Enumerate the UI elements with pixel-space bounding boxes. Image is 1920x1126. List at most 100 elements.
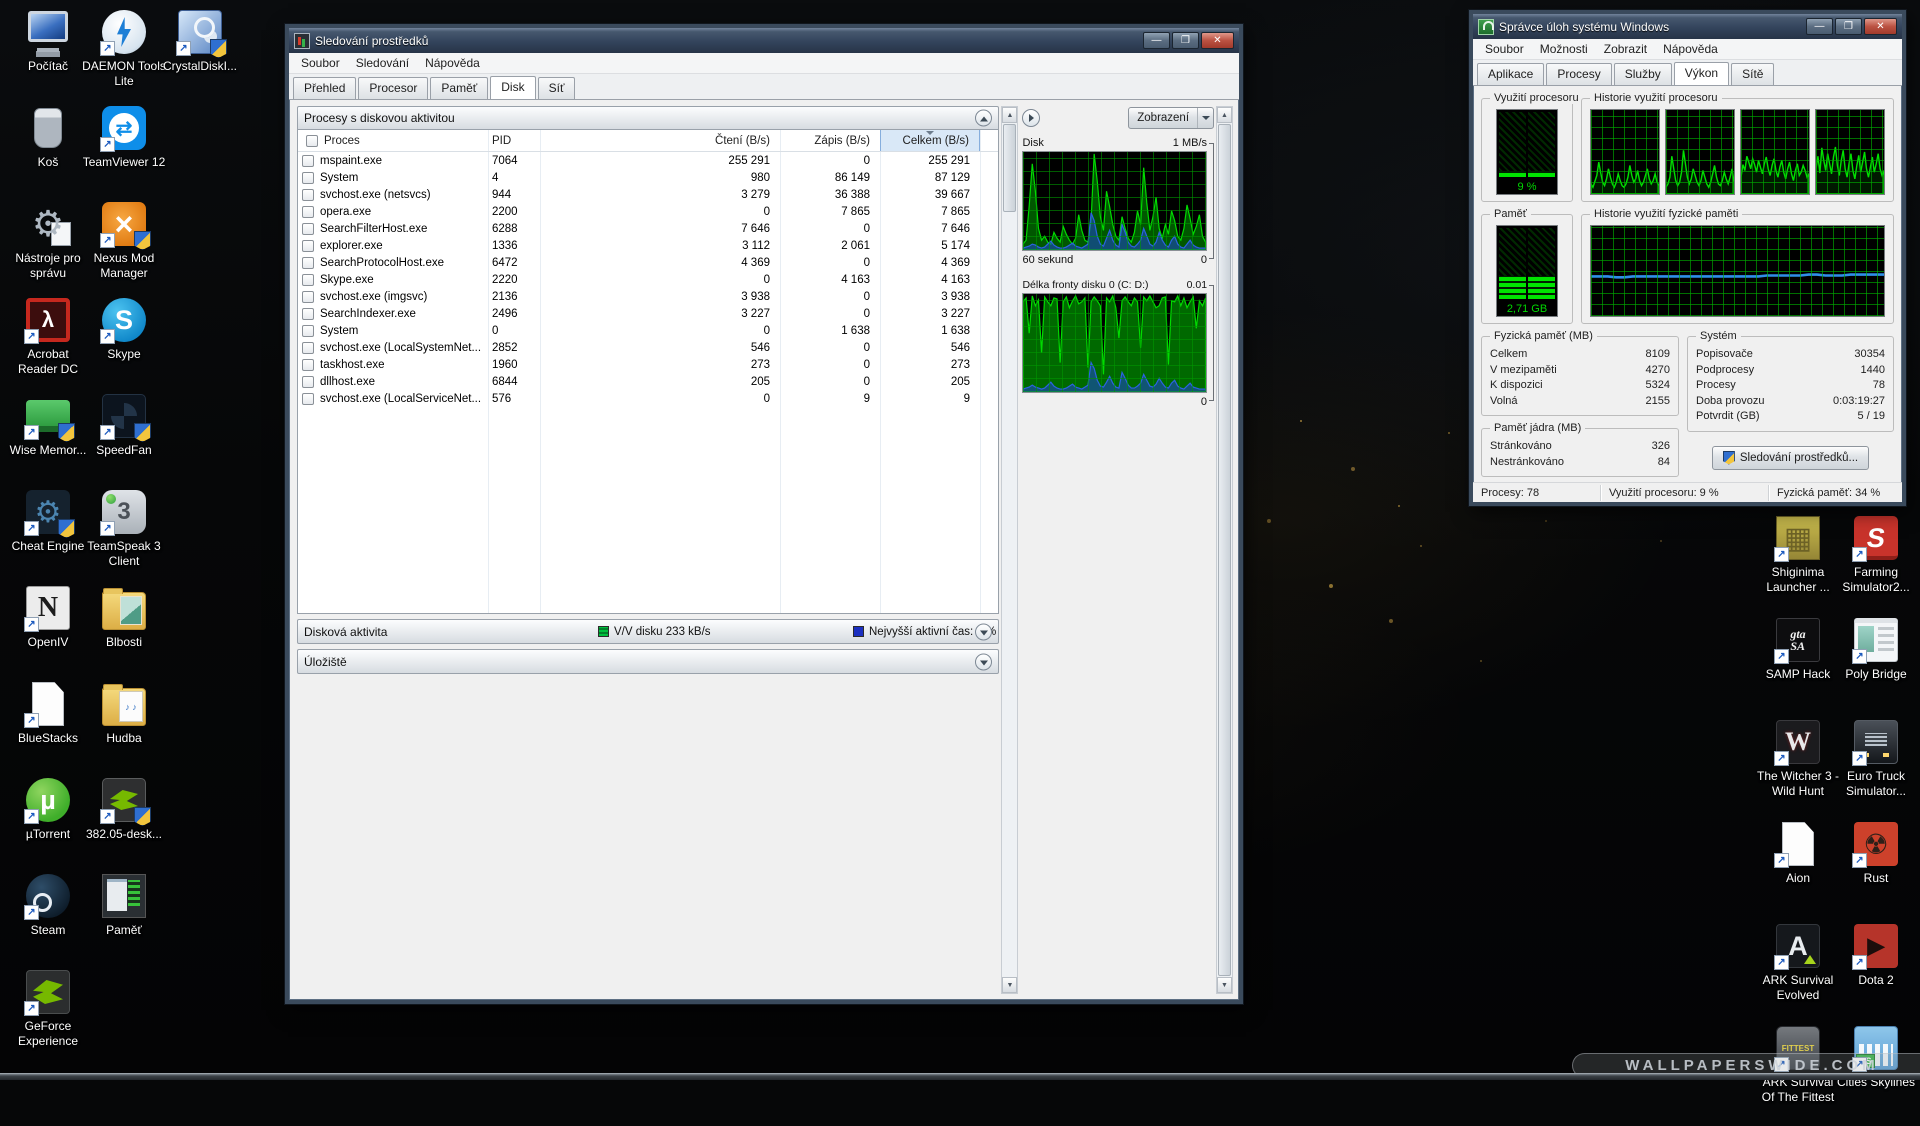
desktop-icon-aion[interactable]: ↗Aion [1756, 820, 1840, 922]
scroll-down-icon[interactable]: ▼ [1002, 977, 1017, 993]
process-row-searchindexer-exe[interactable]: SearchIndexer.exe24963 22703 227 [298, 305, 998, 322]
taskmgr-titlebar[interactable]: Správce úloh systému Windows — ❐ ✕ [1473, 14, 1902, 39]
desktop-icon-rust[interactable]: ☢↗Rust [1834, 820, 1918, 922]
taskmgr-tab-aplikace[interactable]: Aplikace [1477, 63, 1544, 85]
desktop-icon-dota-2[interactable]: ▶↗Dota 2 [1834, 922, 1918, 1024]
process-row-taskhost-exe[interactable]: taskhost.exe19602730273 [298, 356, 998, 373]
desktop-icon-acrobat-reader-dc[interactable]: λ↗Acrobat Reader DC [6, 296, 90, 392]
col-cteni[interactable]: Čtení (B/s) [540, 130, 780, 151]
taskmgr-tab-slu-by[interactable]: Služby [1614, 63, 1672, 85]
taskmgr-menu-n-pov-da[interactable]: Nápověda [1655, 40, 1726, 58]
views-dropdown-button[interactable]: Zobrazení [1128, 107, 1214, 129]
process-row-explorer-exe[interactable]: explorer.exe13363 1122 0615 174 [298, 237, 998, 254]
resmon-tab-disk[interactable]: Disk [490, 76, 535, 99]
desktop-icon-openiv[interactable]: N↗OpenIV [6, 584, 90, 680]
section-disk-processes-header[interactable]: Procesy s diskovou aktivitou [297, 106, 999, 130]
desktop-icon-crystaldiski[interactable]: ↗CrystalDiskI... [158, 8, 242, 104]
resmon-menu-sledov-n[interactable]: Sledování [348, 54, 417, 72]
desktop-icon-skype[interactable]: S↗Skype [82, 296, 166, 392]
process-row-system[interactable]: System001 6381 638 [298, 322, 998, 339]
row-checkbox[interactable] [302, 308, 314, 320]
desktop-icon-teamviewer-12[interactable]: ⇄↗TeamViewer 12 [82, 104, 166, 200]
desktop-icon-nexus-mod-manager[interactable]: ×↗Nexus Mod Manager [82, 200, 166, 296]
resmon-menu-n-pov-da[interactable]: Nápověda [417, 54, 488, 72]
row-checkbox[interactable] [302, 325, 314, 337]
desktop-icon-poly-bridge[interactable]: ↗Poly Bridge [1834, 616, 1918, 718]
resmon-tab-procesor[interactable]: Procesor [358, 77, 428, 99]
row-checkbox[interactable] [302, 291, 314, 303]
row-checkbox[interactable] [302, 393, 314, 405]
row-checkbox[interactable] [302, 359, 314, 371]
desktop-icon-bluestacks[interactable]: ↗BlueStacks [6, 680, 90, 776]
main-scrollbar[interactable]: ▲ ▼ [1001, 106, 1018, 994]
taskbar[interactable] [0, 1073, 1920, 1080]
scroll-down-icon[interactable]: ▼ [1217, 977, 1232, 993]
process-row-opera-exe[interactable]: opera.exe220007 8657 865 [298, 203, 998, 220]
col-zapis[interactable]: Zápis (B/s) [780, 130, 880, 151]
process-row-svchost-exe-localsystemnet[interactable]: svchost.exe (LocalSystemNet...2852546054… [298, 339, 998, 356]
desktop-icon-geforce-experience[interactable]: ↗GeForce Experience [6, 968, 90, 1064]
minimize-button[interactable]: — [1806, 18, 1833, 35]
desktop-icon-shiginima-launcher[interactable]: ▦↗Shiginima Launcher ... [1756, 514, 1840, 616]
desktop-icon-the-witcher-3-wild-hunt[interactable]: W↗The Witcher 3 - Wild Hunt [1756, 718, 1840, 820]
desktop-icon-wise-memor[interactable]: ↗Wise Memor... [6, 392, 90, 488]
desktop-icon-speedfan[interactable]: ↗SpeedFan [82, 392, 166, 488]
section-storage[interactable]: Úložiště [297, 649, 999, 674]
row-checkbox[interactable] [302, 376, 314, 388]
scroll-thumb[interactable] [1003, 124, 1016, 212]
scroll-up-icon[interactable]: ▲ [1217, 107, 1232, 123]
close-button[interactable]: ✕ [1864, 18, 1897, 35]
process-row-svchost-exe-imgsvc[interactable]: svchost.exe (imgsvc)21363 93803 938 [298, 288, 998, 305]
desktop-icon-ark-survival-evolved[interactable]: A↗ARK Survival Evolved [1756, 922, 1840, 1024]
resmon-tab-s[interactable]: Síť [538, 77, 576, 99]
close-button[interactable]: ✕ [1201, 32, 1234, 49]
desktop-icon-cheat-engine[interactable]: ⚙↗Cheat Engine [6, 488, 90, 584]
process-row-svchost-exe-localservicenet[interactable]: svchost.exe (LocalServiceNet...576099 [298, 390, 998, 407]
collapse-chevron-up-icon[interactable] [975, 110, 992, 127]
section-disk-activity[interactable]: Disková aktivita V/V disku 233 kB/s Nejv… [297, 619, 999, 644]
row-checkbox[interactable] [302, 274, 314, 286]
taskmgr-tab-procesy[interactable]: Procesy [1546, 63, 1611, 85]
desktop-icon-euro-truck-simulator[interactable]: ↗Euro Truck Simulator... [1834, 718, 1918, 820]
desktop-icon-hudba[interactable]: Hudba [82, 680, 166, 776]
panel-collapse-chevron-right-icon[interactable] [1022, 109, 1040, 127]
scroll-thumb[interactable] [1218, 124, 1231, 976]
taskmgr-tab-v-kon[interactable]: Výkon [1674, 62, 1729, 85]
process-row-dllhost-exe[interactable]: dllhost.exe68442050205 [298, 373, 998, 390]
minimize-button[interactable]: — [1143, 32, 1170, 49]
desktop-icon-farming-simulator2[interactable]: S↗Farming Simulator2... [1834, 514, 1918, 616]
desktop-icon-pam[interactable]: Paměť [82, 872, 166, 968]
desktop-icon-daemon-tools-lite[interactable]: ↗DAEMON Tools Lite [82, 8, 166, 104]
maximize-button[interactable]: ❐ [1172, 32, 1199, 49]
desktop-icon-torrent[interactable]: µ↗µTorrent [6, 776, 90, 872]
desktop-icon-blbosti[interactable]: Blbosti [82, 584, 166, 680]
desktop-icon-teamspeak-3-client[interactable]: 3↗TeamSpeak 3 Client [82, 488, 166, 584]
dropdown-arrow-icon[interactable] [1197, 108, 1213, 128]
open-resource-monitor-button[interactable]: Sledování prostředků... [1712, 446, 1869, 470]
desktop-icon-ko[interactable]: Koš [6, 104, 90, 200]
process-row-system[interactable]: System498086 14987 129 [298, 169, 998, 186]
process-row-svchost-exe-netsvcs[interactable]: svchost.exe (netsvcs)9443 27936 38839 66… [298, 186, 998, 203]
table-header-row[interactable]: Proces PID Čtení (B/s) Zápis (B/s) Celke… [298, 130, 998, 152]
row-checkbox[interactable] [302, 240, 314, 252]
desktop-icon-382-05-desk[interactable]: ↗382.05-desk... [82, 776, 166, 872]
process-row-searchfilterhost-exe[interactable]: SearchFilterHost.exe62887 64607 646 [298, 220, 998, 237]
col-celkem-sorted[interactable]: Celkem (B/s) [880, 130, 980, 151]
resmon-tab-pam[interactable]: Paměť [430, 77, 488, 99]
select-all-checkbox[interactable] [306, 135, 318, 147]
resmon-menu-soubor[interactable]: Soubor [293, 54, 348, 72]
taskmgr-menu-mo-nosti[interactable]: Možnosti [1532, 40, 1596, 58]
resmon-titlebar[interactable]: Sledování prostředků — ❐ ✕ [289, 28, 1239, 53]
desktop-icon-samp-hack[interactable]: gta SA↗SAMP Hack [1756, 616, 1840, 718]
row-checkbox[interactable] [302, 189, 314, 201]
panel-scrollbar[interactable]: ▲ ▼ [1216, 106, 1233, 994]
process-row-mspaint-exe[interactable]: mspaint.exe7064255 2910255 291 [298, 152, 998, 169]
row-checkbox[interactable] [302, 257, 314, 269]
scroll-up-icon[interactable]: ▲ [1002, 107, 1017, 123]
desktop-icon-steam[interactable]: ↗Steam [6, 872, 90, 968]
process-row-skype-exe[interactable]: Skype.exe222004 1634 163 [298, 271, 998, 288]
taskmgr-tab-s-t[interactable]: Sítě [1731, 63, 1774, 85]
row-checkbox[interactable] [302, 342, 314, 354]
row-checkbox[interactable] [302, 206, 314, 218]
desktop-icon-n-stroje-pro-spr-vu[interactable]: ⚙Nástroje pro správu [6, 200, 90, 296]
